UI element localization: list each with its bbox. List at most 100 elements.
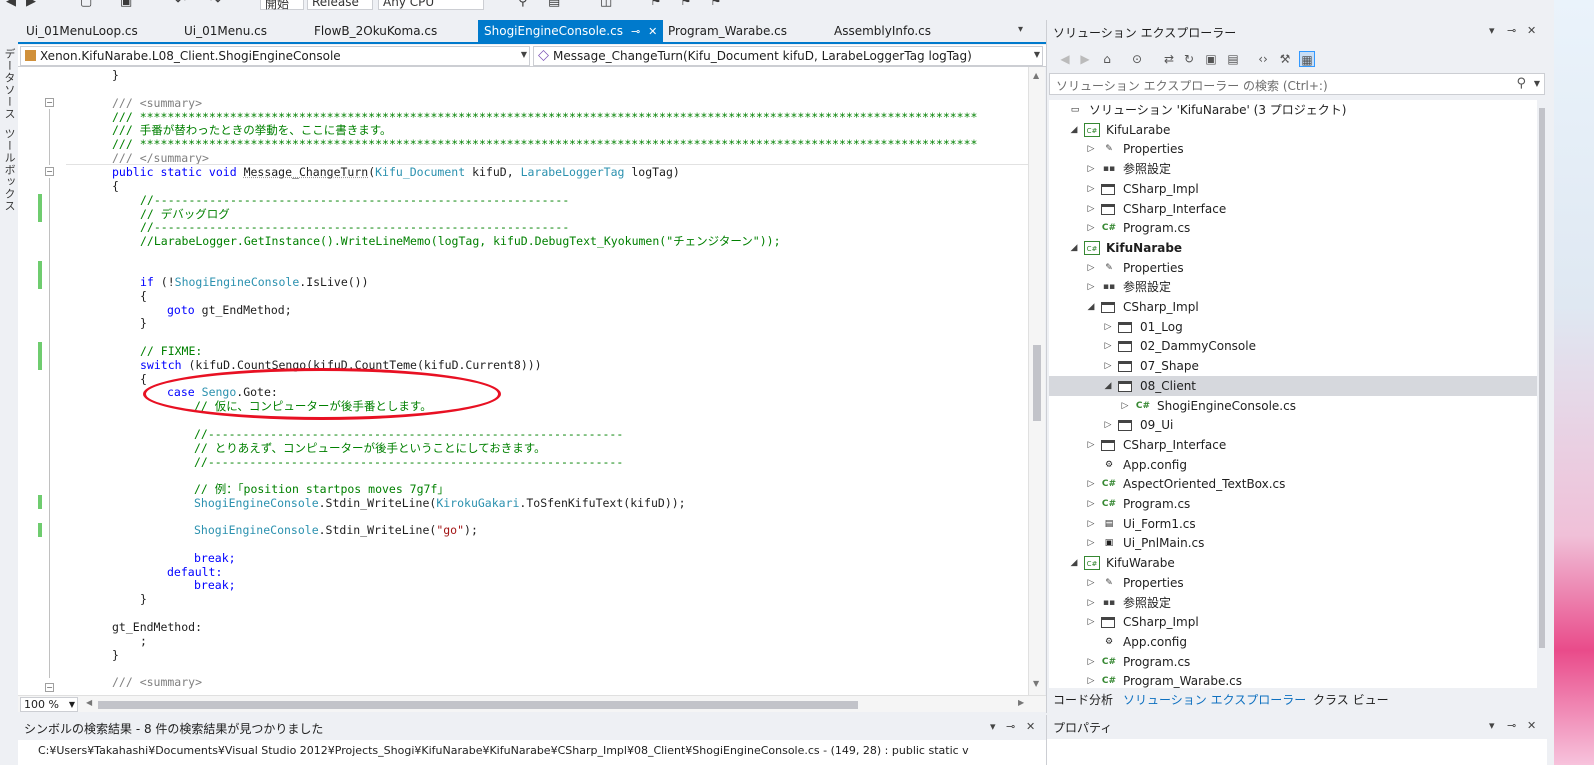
bookmark-icon[interactable]: ⚑ — [650, 0, 662, 9]
forward-icon[interactable]: ▶ — [26, 0, 36, 9]
tree-node[interactable]: ▷ ▪▪ 参照設定 — [1049, 159, 1537, 179]
fold-toggle-icon[interactable]: − — [45, 98, 54, 107]
collapse-arrow-icon[interactable]: ◢ — [1102, 376, 1114, 396]
expand-arrow-icon[interactable]: ▷ — [1119, 396, 1131, 416]
expand-arrow-icon[interactable]: ▷ — [1085, 218, 1097, 238]
panel-menu-icon[interactable]: ▾ — [990, 720, 996, 733]
expand-arrow-icon[interactable]: ▷ — [1085, 612, 1097, 632]
sync-icon[interactable]: ⇄ — [1161, 51, 1177, 67]
solution-search-input[interactable]: ソリューション エクスプローラー の検索 (Ctrl+:) ⚲ ▼ — [1049, 73, 1545, 95]
expand-arrow-icon[interactable]: ▷ — [1085, 514, 1097, 534]
expand-arrow-icon[interactable]: ▷ — [1085, 671, 1097, 688]
tree-node[interactable]: ▷ 02_DammyConsole — [1049, 336, 1537, 356]
scrollbar-thumb[interactable] — [1539, 108, 1545, 648]
tree-node[interactable]: ▷ CSharp_Impl — [1049, 179, 1537, 199]
scroll-left-icon[interactable]: ◀ — [86, 698, 92, 707]
tree-node[interactable]: ▷ C# Program_Warabe.cs — [1049, 671, 1537, 688]
config-combo[interactable]: Release — [307, 0, 373, 10]
expand-arrow-icon[interactable]: ▷ — [1085, 533, 1097, 553]
tree-node[interactable]: ▷ C# Program.cs — [1049, 494, 1537, 514]
tree-node[interactable]: ▷ 01_Log — [1049, 317, 1537, 337]
tree-node[interactable]: ▷ CSharp_Impl — [1049, 612, 1537, 632]
platform-combo[interactable]: Any CPU — [378, 0, 484, 10]
tree-node[interactable]: ▭ ソリューション 'KifuNarabe' (3 プロジェクト) — [1049, 100, 1537, 120]
back-icon[interactable]: ◀ — [1057, 51, 1073, 67]
panel-menu-icon[interactable]: ▾ — [1489, 24, 1495, 37]
back-icon[interactable]: ◀ — [6, 0, 16, 9]
tree-node[interactable]: ▷ ▪▪ 参照設定 — [1049, 277, 1537, 297]
show-all-files-icon[interactable]: ▤ — [1225, 51, 1241, 67]
tree-vertical-scrollbar[interactable] — [1537, 100, 1547, 688]
expand-arrow-icon[interactable]: ▷ — [1102, 415, 1114, 435]
expand-arrow-icon[interactable]: ▷ — [1085, 652, 1097, 672]
collapse-arrow-icon[interactable]: ◢ — [1068, 238, 1080, 258]
scrollbar-thumb[interactable] — [98, 701, 858, 709]
close-icon[interactable]: ✕ — [1527, 719, 1536, 732]
scroll-right-icon[interactable]: ▶ — [1018, 698, 1024, 707]
expand-arrow-icon[interactable]: ▷ — [1085, 435, 1097, 455]
scrollbar-thumb[interactable] — [1033, 345, 1041, 421]
expand-arrow-icon[interactable]: ▷ — [1102, 336, 1114, 356]
expand-arrow-icon[interactable]: ▷ — [1085, 159, 1097, 179]
tree-node[interactable]: ◢ C# KifuNarabe — [1049, 238, 1537, 258]
class-combo[interactable]: Xenon.KifuNarabe.L08_Client.ShogiEngineC… — [20, 46, 530, 66]
tree-node[interactable]: ▷ ▪▪ 参照設定 — [1049, 593, 1537, 613]
editor-horizontal-scrollbar[interactable]: 100 % ▼ ◀ ▶ — [18, 695, 1046, 712]
search-icon[interactable]: ⚲ — [1516, 76, 1526, 91]
member-combo[interactable]: Message_ChangeTurn(Kifu_Document kifuD, … — [533, 46, 1043, 66]
tree-node[interactable]: ▷ 09_Ui — [1049, 415, 1537, 435]
tab-assemblyinfo[interactable]: AssemblyInfo.cs — [828, 20, 937, 42]
close-icon[interactable]: ✕ — [648, 25, 657, 38]
pending-changes-icon[interactable]: ⊙ — [1129, 51, 1145, 67]
tree-node[interactable]: ▷ 07_Shape — [1049, 356, 1537, 376]
tree-node[interactable]: ▷ C# Program.cs — [1049, 652, 1537, 672]
pin-icon[interactable]: ⊸ — [631, 25, 640, 38]
undo-icon[interactable]: ↶ — [175, 0, 186, 9]
pin-icon[interactable]: ⊸ — [1006, 720, 1015, 733]
tree-node[interactable]: ◢ CSharp_Impl — [1049, 297, 1537, 317]
side-tab-toolbox[interactable]: ツールボックス — [1, 128, 17, 212]
properties-grid[interactable] — [1047, 739, 1547, 765]
tab-overflow-icon[interactable]: ▾ — [1018, 24, 1023, 35]
collapse-arrow-icon[interactable]: ◢ — [1085, 297, 1097, 317]
fold-toggle-icon[interactable]: − — [45, 683, 54, 692]
comment-icon[interactable]: ◫ — [600, 0, 612, 9]
tab-ui-01menu[interactable]: Ui_01Menu.cs — [178, 20, 273, 42]
tree-node[interactable]: ▷ ✎ Properties — [1049, 258, 1537, 278]
expand-arrow-icon[interactable]: ▷ — [1085, 474, 1097, 494]
refresh-icon[interactable]: ↻ — [1181, 51, 1197, 67]
editor-vertical-scrollbar[interactable]: ▲ ▼ — [1028, 67, 1045, 695]
bookmark-prev-icon[interactable]: ⚑ — [680, 0, 692, 9]
tab-shogienginconsole[interactable]: ShogiEngineConsole.cs ⊸ ✕ — [478, 20, 663, 42]
start-button[interactable]: 開始 — [260, 0, 304, 11]
expand-arrow-icon[interactable]: ▷ — [1085, 277, 1097, 297]
tree-node[interactable]: ▷ ▤ Ui_Form1.cs — [1049, 514, 1537, 534]
tree-node[interactable]: ▷ C# ShogiEngineConsole.cs — [1049, 396, 1537, 416]
tree-node[interactable]: ▷ ✎ Properties — [1049, 573, 1537, 593]
new-file-icon[interactable]: ▢ — [80, 0, 92, 9]
tree-node[interactable]: ▷ C# AspectOriented_TextBox.cs — [1049, 474, 1537, 494]
tree-node[interactable]: ▷ CSharp_Interface — [1049, 199, 1537, 219]
search-result-row[interactable]: C:¥Users¥Takahashi¥Documents¥Visual Stud… — [18, 740, 1046, 765]
panel-menu-icon[interactable]: ▾ — [1489, 719, 1495, 732]
expand-arrow-icon[interactable]: ▷ — [1085, 494, 1097, 514]
fold-toggle-icon[interactable]: − — [45, 167, 54, 176]
tab-solution-explorer[interactable]: ソリューション エクスプローラー — [1123, 691, 1306, 708]
expand-arrow-icon[interactable]: ▷ — [1085, 593, 1097, 613]
expand-arrow-icon[interactable]: ▷ — [1085, 139, 1097, 159]
tree-node[interactable]: ▷ ✎ Properties — [1049, 139, 1537, 159]
expand-arrow-icon[interactable]: ▷ — [1085, 258, 1097, 278]
save-icon[interactable]: ▣ — [120, 0, 132, 9]
tab-code-analysis[interactable]: コード分析 — [1053, 691, 1113, 708]
expand-arrow-icon[interactable]: ▷ — [1102, 317, 1114, 337]
scroll-up-icon[interactable]: ▲ — [1033, 71, 1039, 80]
preview-icon[interactable]: ▦ — [1299, 51, 1315, 67]
wrench-icon[interactable]: ⚒ — [1277, 51, 1293, 67]
redo-icon[interactable]: ↷ — [210, 0, 221, 9]
collapse-arrow-icon[interactable]: ◢ — [1068, 553, 1080, 573]
pin-icon[interactable]: ⊸ — [1507, 719, 1516, 732]
tree-node[interactable]: ▷ C# Program.cs — [1049, 218, 1537, 238]
solution-tree[interactable]: ▭ ソリューション 'KifuNarabe' (3 プロジェクト) ◢ C# KifuL… — [1049, 100, 1537, 688]
tree-node[interactable]: ⚙ App.config — [1049, 632, 1537, 652]
expand-arrow-icon[interactable]: ▷ — [1102, 356, 1114, 376]
